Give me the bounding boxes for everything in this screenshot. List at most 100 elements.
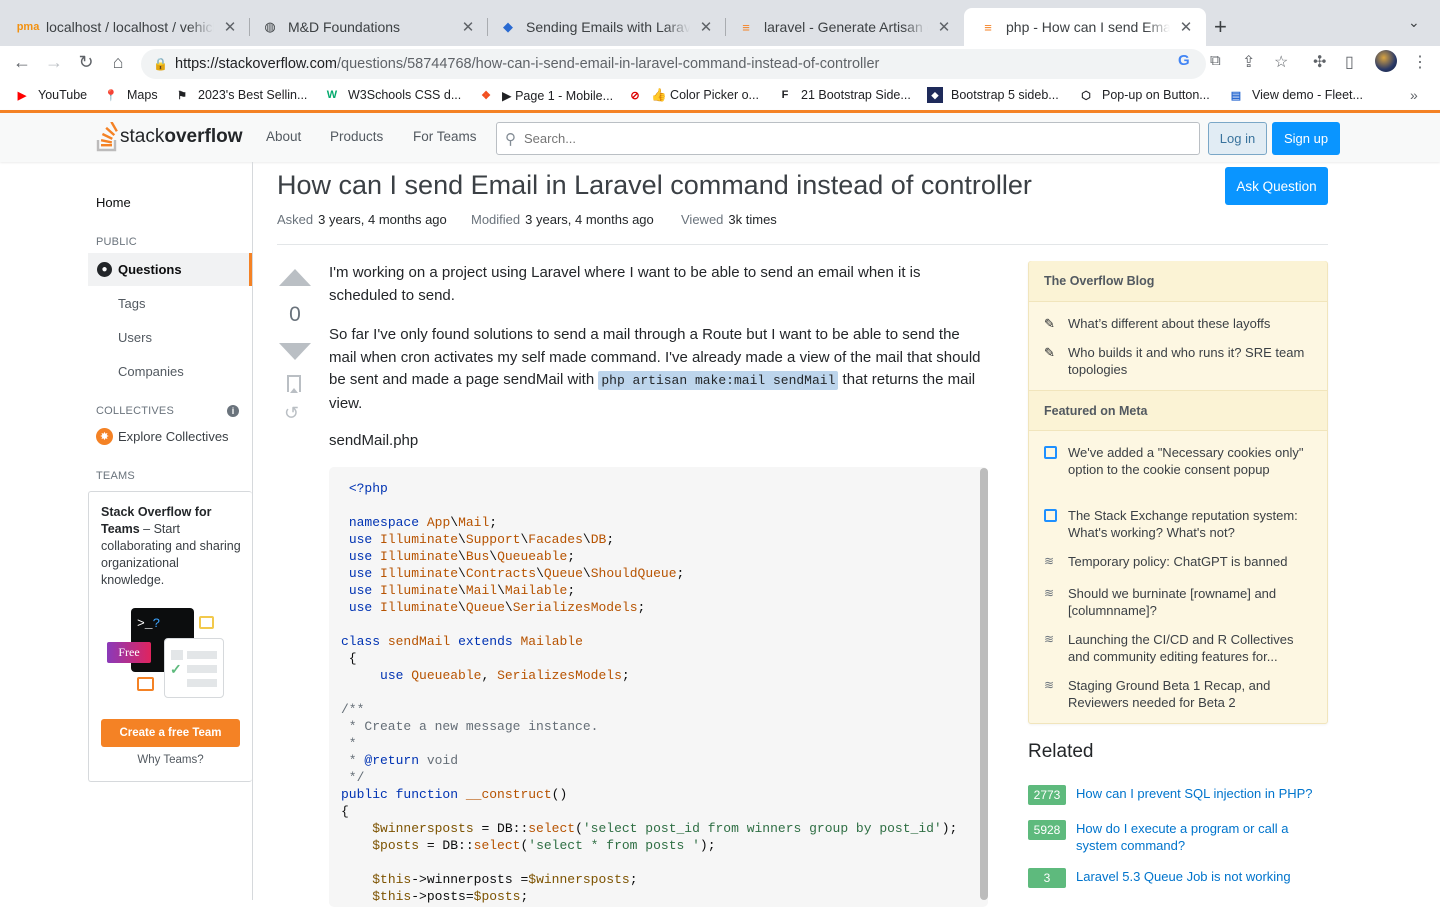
inline-code: php artisan make:mail sendMail (598, 371, 839, 390)
search-input[interactable] (524, 131, 1124, 146)
bookmark-icon[interactable] (287, 375, 301, 393)
reload-icon[interactable]: ↻ (74, 52, 98, 73)
google-icon[interactable]: G (1178, 52, 1190, 69)
home-icon[interactable]: ⌂ (106, 52, 130, 73)
avatar[interactable] (1375, 50, 1397, 72)
sidebar-item-explore-collectives[interactable]: ✸ Explore Collectives (96, 428, 229, 445)
sidebar-item-home[interactable]: Home (96, 195, 131, 210)
chevron-down-icon[interactable]: ⌄ (1408, 14, 1420, 31)
tab-title: localhost / localhost / vehicle / (46, 19, 214, 35)
login-button[interactable]: Log in (1208, 122, 1267, 155)
chat-icon (137, 677, 154, 691)
post-paragraph: So far I've only found solutions to send… (329, 326, 981, 412)
stackoverflow-icon: ≡ (984, 19, 992, 35)
close-icon[interactable]: ✕ (698, 19, 714, 36)
share-icon[interactable]: ⇪ (1242, 52, 1255, 72)
info-icon[interactable]: i (227, 405, 239, 417)
new-tab-icon[interactable]: + (1214, 14, 1227, 40)
history-icon[interactable]: ↺ (284, 403, 299, 424)
globe-icon: ● (97, 262, 112, 277)
sidebar-item-questions[interactable]: ● Questions (88, 253, 252, 286)
browser-tab[interactable]: ≡ laravel - Generate Artisan com ✕ (722, 8, 964, 46)
bookmarks-bar: ▶ YouTube 📍 Maps ⚑ 2023's Best Sellin... WW… (0, 82, 1440, 110)
browser-tab[interactable]: ◍ M&D Foundations ✕ (246, 8, 488, 46)
maps-icon: 📍 (104, 89, 118, 102)
browser-tab[interactable]: ◆ Sending Emails with Laravel: A ✕ (484, 8, 726, 46)
bootstrap-icon: ◆ (927, 87, 943, 103)
site-header: stack overflow About Products For Teams ⚲… (0, 110, 1440, 162)
back-icon[interactable]: ← (10, 52, 34, 73)
modified-meta: Modified 3 years, 4 months ago (471, 212, 654, 227)
bookmark-best-selling[interactable]: ⚑ 2023's Best Sellin... (174, 87, 307, 103)
meta-item[interactable]: ≋ Temporary policy: ChatGPT is banned (1044, 553, 1314, 570)
chat-icon (1044, 446, 1057, 459)
why-teams-link[interactable]: Why Teams? (101, 754, 240, 766)
close-icon[interactable]: ✕ (222, 19, 238, 36)
post-paragraph: I'm working on a project using Laravel w… (329, 264, 921, 304)
meta-item[interactable]: ≋ Launching the CI/CD and R Collectives a… (1044, 631, 1314, 665)
translate-icon[interactable]: ⧉ (1210, 52, 1221, 69)
tab-title: laravel - Generate Artisan com (764, 19, 928, 35)
free-badge: Free (107, 642, 151, 663)
meta-item[interactable]: ≋ Staging Ground Beta 1 Recap, and Review… (1044, 677, 1314, 711)
bookmark-popup[interactable]: ⬡ Pop-up on Button... (1078, 87, 1210, 103)
bookmark-youtube[interactable]: ▶ YouTube (14, 87, 87, 103)
ranking-icon: ⚑ (177, 89, 187, 102)
bookmark-bootstrap-sidebar[interactable]: F 21 Bootstrap Side... (777, 87, 911, 103)
related-item[interactable]: 2773 How can I prevent SQL injection in P… (1028, 785, 1326, 805)
meta-item[interactable]: ≋ Should we burninate [rowname] and [colu… (1044, 585, 1314, 619)
bootstrap-icon: F (781, 89, 789, 101)
stackoverflow-icon: ≡ (742, 19, 750, 35)
post-filename: sendMail.php (329, 432, 419, 449)
close-icon[interactable]: ✕ (460, 19, 476, 36)
browser-tab[interactable]: pma localhost / localhost / vehicle / ✕ (4, 8, 250, 46)
star-icon[interactable]: ☆ (1274, 52, 1288, 72)
bookmark-figma[interactable]: ❖ ▶ Page 1 - Mobile... (478, 87, 613, 103)
related-item[interactable]: 3 Laravel 5.3 Queue Job is not working (1028, 868, 1326, 888)
extensions-icon[interactable]: ✣ (1313, 52, 1326, 72)
browser-tab-active[interactable]: ≡ php - How can I send Email in L ✕ (964, 8, 1206, 46)
sidebar-item-tags[interactable]: Tags (118, 296, 145, 311)
meta-heading: Featured on Meta (1029, 390, 1327, 431)
sidebar-item-users[interactable]: Users (118, 330, 152, 345)
url-text: https://stackoverflow.com/questions/5874… (175, 56, 880, 72)
nav-for-teams[interactable]: For Teams (413, 129, 477, 144)
tab-title: php - How can I send Email in L (1006, 19, 1170, 35)
question-title[interactable]: How can I send Email in Laravel command … (277, 170, 1032, 201)
sidebar-item-companies[interactable]: Companies (118, 364, 184, 379)
left-sidebar: Home PUBLIC ● Questions Tags Users Compa… (88, 162, 253, 900)
close-icon[interactable]: ✕ (1178, 19, 1194, 36)
more-icon[interactable]: ⋮ (1412, 52, 1428, 72)
related-heading: Related (1028, 741, 1094, 762)
code-scrollbar[interactable] (980, 468, 988, 900)
chat-icon (199, 616, 214, 629)
chevron-right-icon[interactable]: » (1410, 87, 1418, 103)
create-team-button[interactable]: Create a free Team (101, 719, 240, 747)
score-badge: 3 (1028, 868, 1066, 888)
address-bar[interactable]: 🔒 https://stackoverflow.com/questions/58… (141, 49, 1206, 79)
meta-item[interactable]: The Stack Exchange reputation system: Wh… (1044, 507, 1314, 541)
stackoverflow-logo[interactable]: stack overflow (96, 122, 242, 152)
sidebar-heading-public: PUBLIC (96, 236, 137, 248)
related-item[interactable]: 5928 How do I execute a program or call a… (1028, 820, 1326, 854)
blog-item[interactable]: ✎ What’s different about these layoffs (1044, 315, 1314, 332)
forward-icon[interactable]: → (42, 52, 66, 73)
meta-item[interactable]: We've added a "Necessary cookies only" o… (1044, 444, 1314, 478)
ask-question-button[interactable]: Ask Question (1225, 167, 1328, 205)
downvote-icon[interactable] (279, 343, 311, 360)
browser-tab-strip: pma localhost / localhost / vehicle / ✕ … (0, 0, 1440, 46)
nav-products[interactable]: Products (330, 129, 383, 144)
upvote-icon[interactable] (279, 269, 311, 286)
bookmark-maps[interactable]: 📍 Maps (103, 87, 157, 103)
sidepanel-icon[interactable]: ▯ (1345, 52, 1354, 72)
bookmark-view-demo[interactable]: ▤ View demo - Fleet... (1228, 87, 1363, 103)
blog-item[interactable]: ✎ Who builds it and who runs it? SRE team… (1044, 344, 1314, 378)
logo-text: stack (120, 126, 165, 147)
bookmark-w3schools[interactable]: W W3Schools CSS d... (324, 87, 461, 103)
pencil-icon: ✎ (1044, 345, 1055, 360)
close-icon[interactable]: ✕ (936, 19, 952, 36)
bookmark-bootstrap5[interactable]: ◆ Bootstrap 5 sideb... (927, 87, 1059, 103)
nav-about[interactable]: About (266, 129, 301, 144)
bookmark-color-picker[interactable]: ⊘ 👍 Color Picker o... (627, 87, 759, 103)
signup-button[interactable]: Sign up (1272, 122, 1340, 155)
